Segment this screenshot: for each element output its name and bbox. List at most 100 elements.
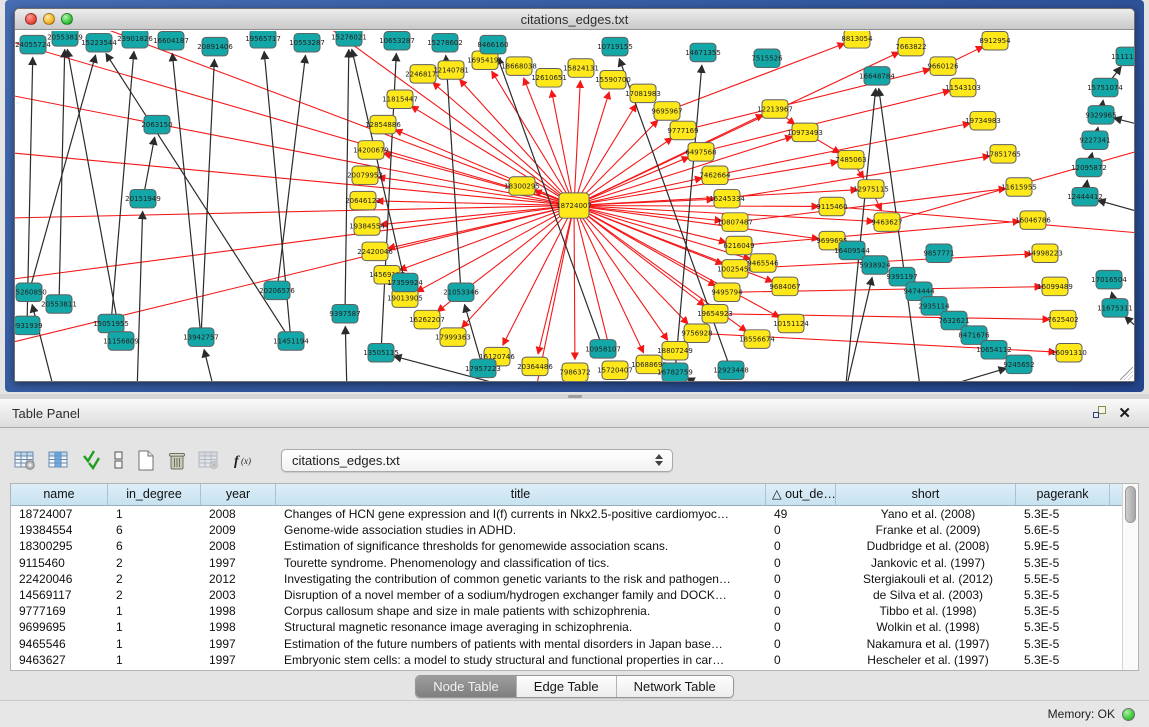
table-cell[interactable]: Embryonic stem cells: a model to study s… <box>276 652 766 668</box>
table-cell[interactable]: 1997 <box>201 652 276 668</box>
tab-node-table[interactable]: Node Table <box>416 676 517 697</box>
table-cell[interactable]: 5.3E-5 <box>1016 619 1110 635</box>
column-header-year[interactable]: year <box>201 484 276 505</box>
table-cell[interactable]: 1 <box>108 506 201 522</box>
table-cell[interactable]: Wolkin et al. (1998) <box>836 619 1016 635</box>
table-cell[interactable]: Franke et al. (2009) <box>836 522 1016 538</box>
table-row[interactable]: 2242004622012Investigating the contribut… <box>11 571 1122 587</box>
table-cell[interactable]: 18300295 <box>11 538 108 554</box>
table-cell[interactable]: 2 <box>108 555 201 571</box>
table-row[interactable]: 969969511998Structural magnetic resonanc… <box>11 619 1122 635</box>
memory-indicator[interactable] <box>1122 708 1135 721</box>
table-cell[interactable]: 5.6E-5 <box>1016 522 1110 538</box>
table-row[interactable]: 911546021997Tourette syndrome. Phenomeno… <box>11 555 1122 571</box>
table-cell[interactable]: 0 <box>766 587 836 603</box>
table-cell[interactable]: 0 <box>766 555 836 571</box>
table-cell[interactable]: 5.3E-5 <box>1016 587 1110 603</box>
table-cell[interactable]: Structural magnetic resonance image aver… <box>276 619 766 635</box>
column-header-short[interactable]: short <box>836 484 1016 505</box>
table-cell[interactable]: Nakamura et al. (1997) <box>836 636 1016 652</box>
table-row[interactable]: 1456911722003Disruption of a novel membe… <box>11 587 1122 603</box>
table-row[interactable]: 946362711997Embryonic stem cells: a mode… <box>11 652 1122 668</box>
table-cell[interactable]: 5.3E-5 <box>1016 603 1110 619</box>
column-header-in_degree[interactable]: in_degree <box>108 484 201 505</box>
table-cell[interactable]: 5.3E-5 <box>1016 652 1110 668</box>
toolbar-table-mode-button[interactable] <box>14 448 37 472</box>
table-row[interactable]: 977716911998Corpus callosum shape and si… <box>11 603 1122 619</box>
table-cell[interactable]: 1998 <box>201 619 276 635</box>
table-cell[interactable]: 1997 <box>201 555 276 571</box>
table-row[interactable]: 1938455462009Genome-wide association stu… <box>11 522 1122 538</box>
table-cell[interactable]: 1 <box>108 619 201 635</box>
table-cell[interactable]: 5.5E-5 <box>1016 571 1110 587</box>
tab-edge-table[interactable]: Edge Table <box>517 676 617 697</box>
table-cell[interactable]: 5.9E-5 <box>1016 538 1110 554</box>
table-cell[interactable]: 1 <box>108 603 201 619</box>
table-cell[interactable]: 0 <box>766 522 836 538</box>
table-row[interactable]: 1830029562008Estimation of significance … <box>11 538 1122 554</box>
table-cell[interactable]: 2 <box>108 587 201 603</box>
toolbar-column-visibility-button[interactable] <box>48 448 71 472</box>
tab-network-table[interactable]: Network Table <box>617 676 733 697</box>
network-canvas[interactable]: 1872400722468172118154471285488614200679… <box>15 31 1134 381</box>
table-cell[interactable]: Changes of HCN gene expression and I(f) … <box>276 506 766 522</box>
table-cell[interactable]: 0 <box>766 538 836 554</box>
table-cell[interactable]: Disruption of a novel member of a sodium… <box>276 587 766 603</box>
table-cell[interactable]: 0 <box>766 636 836 652</box>
table-row[interactable]: 1872400712008Changes of HCN gene express… <box>11 506 1122 522</box>
table-cell[interactable]: 5.3E-5 <box>1016 555 1110 571</box>
table-cell[interactable]: 1 <box>108 636 201 652</box>
network-window-titlebar[interactable]: citations_edges.txt <box>15 9 1134 30</box>
table-cell[interactable]: 22420046 <box>11 571 108 587</box>
column-header-title[interactable]: title <box>276 484 766 505</box>
toolbar-select-columns-button[interactable] <box>82 448 102 472</box>
table-cell[interactable]: 2009 <box>201 522 276 538</box>
column-header-out_de[interactable]: △ out_de… <box>766 484 836 505</box>
vertical-scrollbar[interactable] <box>1122 484 1138 670</box>
table-cell[interactable]: 9777169 <box>11 603 108 619</box>
table-cell[interactable]: 9699695 <box>11 619 108 635</box>
table-cell[interactable]: 2012 <box>201 571 276 587</box>
table-cell[interactable]: Dudbridge et al. (2008) <box>836 538 1016 554</box>
table-cell[interactable]: 0 <box>766 571 836 587</box>
canvas-resize-grip[interactable] <box>1120 367 1133 380</box>
toolbar-delete-column-button[interactable] <box>167 448 187 472</box>
table-row[interactable]: 946554611997Estimation of the future num… <box>11 636 1122 652</box>
table-cell[interactable]: Tourette syndrome. Phenomenology and cla… <box>276 555 766 571</box>
table-cell[interactable]: Corpus callosum shape and size in male p… <box>276 603 766 619</box>
toolbar-new-column-button[interactable] <box>136 448 156 472</box>
table-cell[interactable]: 1998 <box>201 603 276 619</box>
toolbar-row-height-button[interactable] <box>113 448 125 472</box>
table-cell[interactable]: Investigating the contribution of common… <box>276 571 766 587</box>
table-cell[interactable]: 0 <box>766 619 836 635</box>
table-cell[interactable]: 49 <box>766 506 836 522</box>
table-cell[interactable]: 0 <box>766 603 836 619</box>
table-cell[interactable]: 9465546 <box>11 636 108 652</box>
table-cell[interactable]: 1997 <box>201 636 276 652</box>
table-cell[interactable]: 6 <box>108 538 201 554</box>
column-header-pagerank[interactable]: pagerank <box>1016 484 1110 505</box>
table-cell[interactable]: Jankovic et al. (1997) <box>836 555 1016 571</box>
table-cell[interactable]: 9115460 <box>11 555 108 571</box>
table-cell[interactable]: 0 <box>766 652 836 668</box>
toolbar-function-builder-button[interactable]: f(x) <box>232 448 258 472</box>
column-header-name[interactable]: name <box>11 484 108 505</box>
table-cell[interactable]: 5.3E-5 <box>1016 506 1110 522</box>
table-cell[interactable]: 14569117 <box>11 587 108 603</box>
table-cell[interactable]: 9463627 <box>11 652 108 668</box>
table-selector-dropdown[interactable]: citations_edges.txt <box>281 449 673 472</box>
table-cell[interactable]: 6 <box>108 522 201 538</box>
table-cell[interactable]: Estimation of significance thresholds fo… <box>276 538 766 554</box>
table-cell[interactable]: Stergiakouli et al. (2012) <box>836 571 1016 587</box>
table-cell[interactable]: Estimation of the future numbers of pati… <box>276 636 766 652</box>
float-panel-button[interactable] <box>1087 404 1112 423</box>
table-cell[interactable]: 19384554 <box>11 522 108 538</box>
network-graph[interactable]: 1872400722468172118154471285488614200679… <box>15 31 1134 381</box>
table-cell[interactable]: Genome-wide association studies in ADHD. <box>276 522 766 538</box>
table-cell[interactable]: 1 <box>108 652 201 668</box>
table-cell[interactable]: 2008 <box>201 538 276 554</box>
table-cell[interactable]: de Silva et al. (2003) <box>836 587 1016 603</box>
table-cell[interactable]: 2 <box>108 571 201 587</box>
vertical-scrollbar-thumb[interactable] <box>1125 486 1136 523</box>
table-cell[interactable]: Tibbo et al. (1998) <box>836 603 1016 619</box>
